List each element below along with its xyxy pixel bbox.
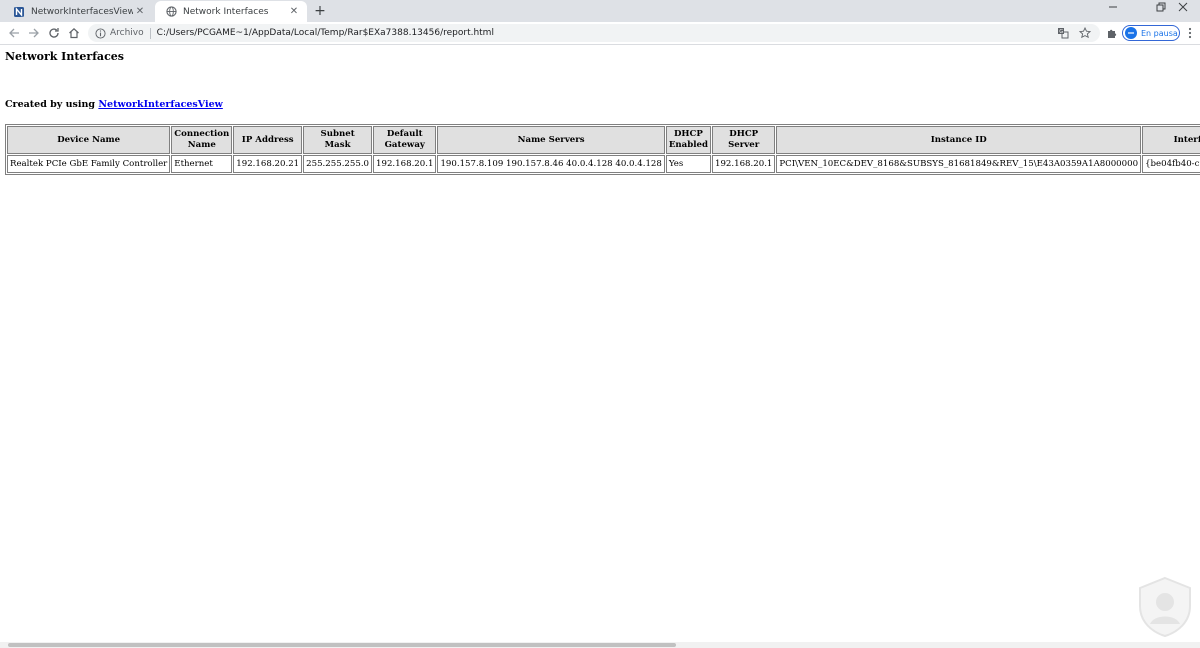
created-by-line: Created by using NetworkInterfacesView	[5, 99, 223, 110]
horizontal-scrollbar[interactable]	[0, 642, 1200, 648]
page-title: Network Interfaces	[5, 50, 124, 63]
window-close-icon[interactable]	[1166, 0, 1200, 20]
extensions-puzzle-icon[interactable]	[1105, 26, 1119, 40]
svg-text:G: G	[1059, 29, 1063, 35]
column-header: DHCP Enabled	[665, 126, 711, 154]
tab-networkinterfacesview[interactable]: NetworkInterfacesView - show n ✕	[3, 1, 153, 22]
column-header: Connection Name	[171, 126, 233, 154]
column-header: Instance ID	[776, 126, 1142, 154]
cell-interface: {be04fb40-c955-417f-9	[1142, 155, 1200, 173]
forward-arrow-icon[interactable]	[26, 25, 42, 41]
scheme-label: Archivo	[110, 28, 144, 38]
column-header: Interface	[1142, 126, 1200, 154]
column-header: IP Address	[233, 126, 303, 154]
cell-ip-address: 192.168.20.21	[233, 155, 303, 173]
app-favicon-icon	[13, 6, 25, 18]
tab-close-icon[interactable]: ✕	[287, 6, 301, 17]
home-icon[interactable]	[66, 25, 82, 41]
kebab-menu-icon[interactable]	[1184, 26, 1196, 40]
profile-label: En pausa	[1141, 28, 1178, 38]
cell-name-servers: 190.157.8.109 190.157.8.46 40.0.4.128 40…	[437, 155, 665, 173]
url-text[interactable]: C:/Users/PCGAME~1/AppData/Local/Temp/Rar…	[157, 28, 1056, 38]
tab-close-icon[interactable]: ✕	[133, 6, 147, 17]
globe-icon	[165, 6, 177, 18]
column-header: DHCP Server	[711, 126, 776, 154]
column-header: Default Gateway	[373, 126, 437, 154]
minimize-icon[interactable]	[1096, 0, 1130, 20]
created-prefix: Created by using	[5, 99, 96, 110]
address-bar[interactable]: Archivo C:/Users/PCGAME~1/AppData/Local/…	[88, 24, 1100, 42]
cell-dhcp-server: 192.168.20.1	[711, 155, 776, 173]
browser-toolbar: Archivo C:/Users/PCGAME~1/AppData/Local/…	[0, 22, 1200, 45]
cell-instance-id: PCI\VEN_10EC&DEV_8168&SUBSYS_81681849&RE…	[776, 155, 1142, 173]
new-tab-icon[interactable]: +	[312, 2, 328, 20]
table-row: Realtek PCIe GbE Family Controller Ether…	[7, 155, 1200, 173]
profile-button[interactable]: En pausa	[1122, 25, 1180, 41]
cell-default-gateway: 192.168.20.1	[373, 155, 437, 173]
star-icon[interactable]	[1078, 26, 1092, 40]
reload-icon[interactable]	[46, 25, 62, 41]
tab-title: Network Interfaces	[183, 6, 269, 17]
tab-network-interfaces[interactable]: Network Interfaces ✕	[155, 1, 307, 22]
watermark-logo-icon	[1136, 576, 1194, 638]
cell-connection-name: Ethernet	[171, 155, 233, 173]
cell-device-name: Realtek PCIe GbE Family Controller	[7, 155, 171, 173]
column-header: Name Servers	[437, 126, 665, 154]
networkinterfacesview-link[interactable]: NetworkInterfacesView	[98, 99, 222, 110]
back-arrow-icon[interactable]	[6, 25, 22, 41]
column-header: Subnet Mask	[303, 126, 373, 154]
cell-dhcp-enabled: Yes	[665, 155, 711, 173]
tab-title: NetworkInterfacesView - show n	[31, 6, 133, 17]
scheme-separator	[149, 27, 151, 39]
page-content: Network Interfaces Created by using Netw…	[0, 45, 1200, 642]
info-icon[interactable]	[94, 27, 106, 39]
column-header: Device Name	[7, 126, 171, 154]
translate-icon[interactable]: G	[1056, 26, 1070, 40]
cell-subnet-mask: 255.255.255.0	[303, 155, 373, 173]
scrollbar-thumb[interactable]	[8, 643, 676, 647]
network-interfaces-table: Device Name Connection Name IP Address Su…	[5, 124, 1200, 175]
table-header-row: Device Name Connection Name IP Address Su…	[7, 126, 1200, 154]
profile-avatar-icon	[1125, 27, 1137, 39]
tab-strip: NetworkInterfacesView - show n ✕ Network…	[0, 0, 1200, 22]
